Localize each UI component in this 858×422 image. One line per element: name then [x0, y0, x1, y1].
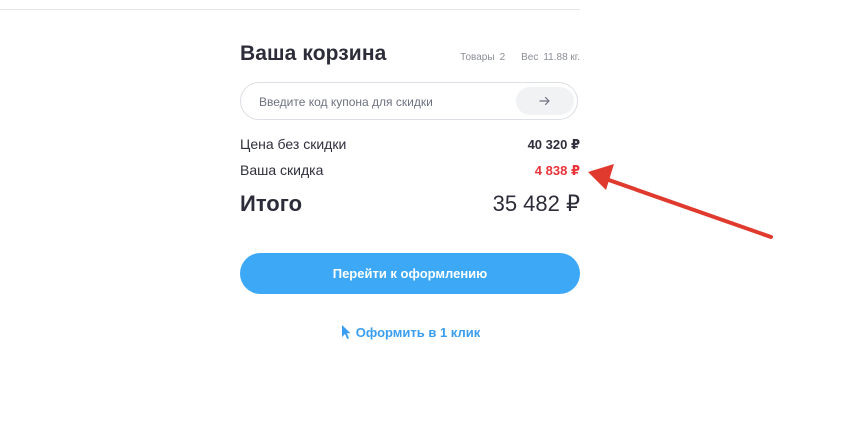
price-label: Цена без скидки [240, 136, 347, 152]
one-click-label: Оформить в 1 клик [355, 324, 481, 340]
total-value: 35 482 ₽ [492, 191, 580, 216]
one-click-link[interactable]: Оформить в 1 клик [240, 324, 580, 340]
weight-value: 11.88 кг. [543, 52, 580, 63]
coupon-submit-button[interactable] [516, 87, 574, 115]
arrow-right-icon [539, 96, 550, 106]
items-count: Товары 2 [460, 52, 505, 63]
total-row: Итого 35 482 ₽ [240, 191, 580, 217]
coupon-field [240, 82, 578, 121]
discount-value: 4 838 ₽ [534, 163, 580, 178]
price-value: 40 320 ₽ [527, 137, 580, 152]
page: Ваша корзина Товары 2 Вес 11.88 кг. Цена б… [0, 0, 858, 422]
cart-weight: Вес 11.88 кг. [521, 52, 580, 63]
discount-label: Ваша скидка [240, 162, 324, 178]
checkout-button[interactable]: Перейти к оформлению [240, 253, 580, 294]
items-label: Товары [460, 52, 495, 63]
price-row: Цена без скидки 40 320 ₽ [240, 136, 580, 153]
discount-row: Ваша скидка 4 838 ₽ [240, 162, 580, 179]
total-label: Итого [240, 191, 303, 216]
cart-panel: Ваша корзина Товары 2 Вес 11.88 кг. Цена б… [240, 0, 580, 422]
cursor-pointer-icon [341, 325, 351, 339]
cart-title: Ваша корзина [240, 42, 387, 65]
coupon-input[interactable] [259, 83, 509, 121]
cart-meta: Товары 2 Вес 11.88 кг. [460, 52, 580, 63]
weight-label: Вес [521, 52, 539, 63]
items-value: 2 [499, 52, 506, 63]
